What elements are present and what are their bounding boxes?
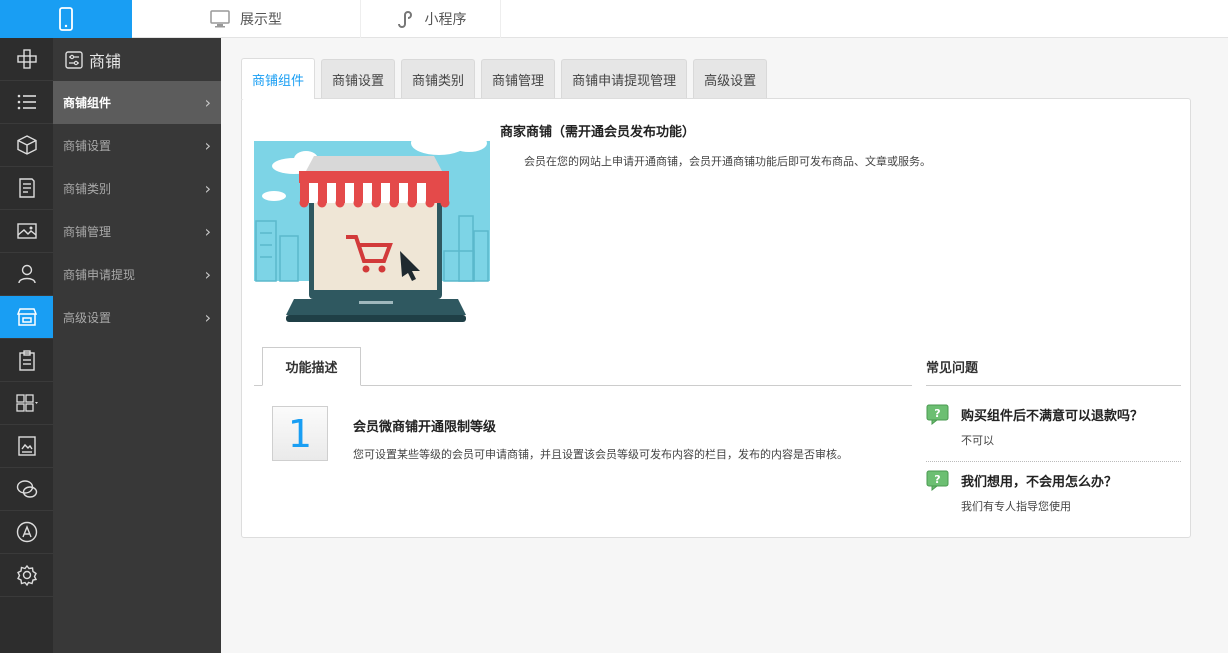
- store-icon: [16, 308, 37, 326]
- tab-store-settings[interactable]: 商铺设置: [321, 59, 396, 99]
- display-type-label: 展示型: [240, 12, 282, 28]
- rail-store[interactable]: [0, 296, 53, 339]
- rail-component[interactable]: [0, 38, 53, 81]
- chevron-right-icon: ›: [204, 136, 211, 155]
- submenu-item-label: 商铺组件: [63, 96, 112, 110]
- phone-icon: [59, 7, 73, 31]
- wechat-icon: [16, 480, 37, 498]
- question-bubble-icon: ?: [926, 404, 949, 425]
- submenu-title: 商铺: [89, 51, 122, 71]
- faq-question-text: 我们想用，不会用怎么办？: [961, 475, 1118, 490]
- chevron-right-icon: ›: [204, 179, 211, 198]
- content-tabs: 商铺组件 商铺设置 商铺类别 商铺管理 商铺申请提现管理 高级设置: [241, 58, 773, 99]
- chevron-right-icon: ›: [204, 308, 211, 327]
- faq-separator: [926, 461, 1181, 462]
- rail-gallery[interactable]: [0, 425, 53, 468]
- submenu-item-label: 高级设置: [63, 311, 112, 325]
- submenu-item-label: 商铺管理: [63, 225, 112, 239]
- chevron-right-icon: ›: [204, 222, 211, 241]
- tab-store-component[interactable]: 商铺组件: [241, 58, 316, 99]
- rail-article[interactable]: [0, 167, 53, 210]
- cube-icon: [16, 135, 37, 155]
- mobile-site-tab[interactable]: [0, 0, 132, 38]
- submenu-item-store-settings[interactable]: 商铺设置 ›: [53, 124, 221, 167]
- faq-question: ? 我们想用，不会用怎么办？: [926, 470, 1117, 491]
- faq-answer: 我们有专人指导您使用: [961, 500, 1071, 513]
- tab-store-withdraw-manage[interactable]: 商铺申请提现管理: [561, 59, 688, 99]
- tab-store-category[interactable]: 商铺类别: [401, 59, 476, 99]
- rail-appstore[interactable]: [0, 511, 53, 554]
- faq-divider: [926, 385, 1181, 386]
- submenu-item-label: 商铺申请提现: [63, 268, 136, 282]
- feature-title: 会员微商铺开通限制等级: [353, 420, 497, 435]
- clipboard-icon: [18, 350, 35, 371]
- chevron-right-icon: ›: [204, 93, 211, 112]
- tab-advanced-settings[interactable]: 高级设置: [693, 59, 768, 99]
- svg-text:?: ?: [934, 473, 940, 486]
- rail-list[interactable]: [0, 81, 53, 124]
- monitor-icon: [210, 10, 230, 28]
- grid-icon: [15, 394, 38, 412]
- submenu-item-store-manage[interactable]: 商铺管理 ›: [53, 210, 221, 253]
- submenu-item-label: 商铺设置: [63, 139, 112, 153]
- rail-product[interactable]: [0, 124, 53, 167]
- component-panel: 商家商铺（需开通会员发布功能） 会员在您的网站上申请开通商铺，会员开通商铺功能后…: [241, 98, 1191, 538]
- intro-description: 会员在您的网站上申请开通商铺，会员开通商铺功能后即可发布商品、文章或服务。: [524, 155, 931, 168]
- image-icon: [16, 223, 37, 239]
- faq-question: ? 购买组件后不满意可以退款吗？: [926, 404, 1143, 425]
- store-illustration: [254, 121, 490, 322]
- submenu-item-advanced[interactable]: 高级设置 ›: [53, 296, 221, 339]
- faq-title: 常见问题: [926, 361, 979, 376]
- gallery-icon: [17, 436, 36, 456]
- settings-icon: [16, 564, 37, 586]
- rail-apps[interactable]: [0, 382, 53, 425]
- submenu-header: 商铺: [53, 38, 221, 81]
- description-tabbar: 功能描述: [254, 347, 912, 386]
- mini-program-label: 小程序: [424, 12, 467, 28]
- tab-store-manage[interactable]: 商铺管理: [481, 59, 556, 99]
- mini-program-tab[interactable]: 小程序: [361, 0, 501, 38]
- svg-text:?: ?: [934, 407, 940, 420]
- store-submenu: 商铺 商铺组件 › 商铺设置 › 商铺类别 › 商铺管理 › 商铺申请提现 › 高级设置 ›: [53, 38, 221, 653]
- intro-title: 商家商铺（需开通会员发布功能）: [500, 125, 696, 140]
- component-icon: [16, 49, 37, 69]
- question-bubble-icon: ?: [926, 470, 949, 491]
- feature-number-badge: 1: [272, 406, 328, 461]
- display-type-tab[interactable]: 展示型: [132, 0, 361, 38]
- list-icon: [17, 94, 36, 110]
- submenu-item-label: 商铺类别: [63, 182, 112, 196]
- rail-member[interactable]: [0, 253, 53, 296]
- feature-description: 您可设置某些等级的会员可申请商铺，并且设置该会员等级可发布内容的栏目，发布的内容…: [353, 448, 848, 461]
- miniprogram-icon: [395, 9, 415, 29]
- submenu-item-store-category[interactable]: 商铺类别 ›: [53, 167, 221, 210]
- user-icon: [17, 264, 36, 284]
- icon-rail: [0, 38, 53, 653]
- tab-feature-description[interactable]: 功能描述: [262, 347, 361, 386]
- submenu-item-store-withdraw[interactable]: 商铺申请提现 ›: [53, 253, 221, 296]
- submenu-item-store-component[interactable]: 商铺组件 ›: [53, 81, 221, 124]
- rail-settings[interactable]: [0, 554, 53, 597]
- rail-form[interactable]: [0, 339, 53, 382]
- rail-wechat[interactable]: [0, 468, 53, 511]
- faq-answer: 不可以: [961, 434, 994, 447]
- chevron-right-icon: ›: [204, 265, 211, 284]
- rail-image[interactable]: [0, 210, 53, 253]
- faq-question-text: 购买组件后不满意可以退款吗？: [961, 409, 1144, 424]
- appstore-icon: [16, 521, 37, 543]
- sliders-icon: [65, 50, 83, 69]
- top-bar: 展示型 小程序: [0, 0, 1228, 38]
- document-icon: [18, 178, 35, 198]
